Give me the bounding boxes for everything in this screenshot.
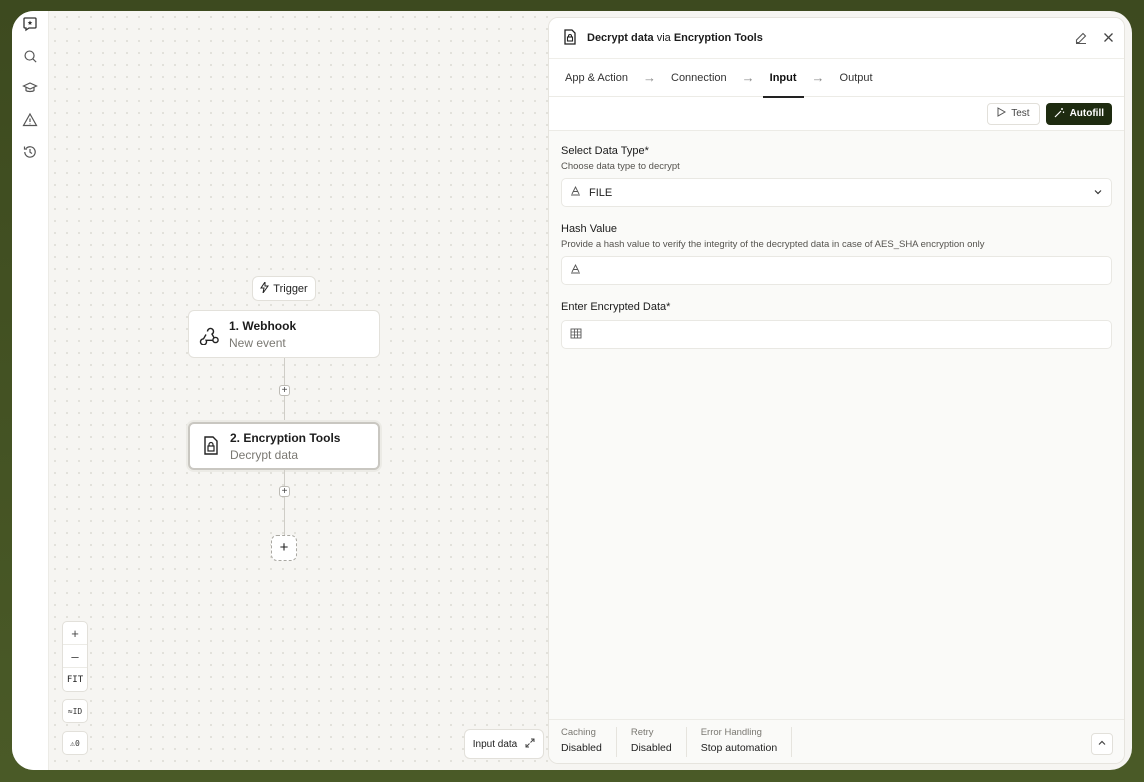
warnings-button[interactable]: ⚠ 0: [62, 731, 88, 755]
edit-icon[interactable]: [1075, 32, 1087, 47]
id-toggle-label: ID: [72, 706, 83, 716]
workflow-node-encryption-tools[interactable]: 2. Encryption Tools Decrypt data: [188, 422, 380, 470]
action-bar: Test Autofill: [549, 97, 1124, 131]
encrypted-data-input[interactable]: [561, 320, 1112, 349]
field-help: Choose data type to decrypt: [561, 161, 680, 172]
caching-value: Disabled: [561, 741, 602, 754]
warnings-count: 0: [75, 738, 80, 748]
zoom-in-button[interactable]: +: [63, 622, 87, 645]
add-step-button[interactable]: +: [271, 535, 297, 561]
field-label: Select Data Type*: [561, 145, 649, 157]
retry-setting[interactable]: Retry Disabled: [630, 726, 687, 757]
graduation-cap-icon[interactable]: [20, 78, 40, 98]
chevron-up-icon: [1097, 737, 1107, 751]
panel-footer: Caching Disabled Retry Disabled Error Ha…: [549, 719, 1124, 763]
left-rail: [12, 11, 49, 770]
insert-step-button[interactable]: +: [279, 385, 290, 396]
workflow-node-webhook[interactable]: 1. Webhook New event: [188, 310, 380, 358]
step-config-panel: Decrypt data via Encryption Tools App & …: [548, 17, 1125, 764]
tab-input[interactable]: Input: [762, 59, 804, 98]
history-icon[interactable]: [20, 142, 40, 162]
search-icon[interactable]: [20, 46, 40, 66]
panel-title-app: Encryption Tools: [673, 32, 763, 44]
insert-step-button[interactable]: +: [279, 486, 290, 497]
tab-connection[interactable]: Connection: [664, 59, 734, 97]
panel-title-action: Decrypt data: [587, 32, 654, 44]
test-label: Test: [1011, 108, 1030, 119]
hash-value-input[interactable]: [561, 256, 1112, 285]
text-type-icon: [570, 185, 581, 199]
test-button[interactable]: Test: [987, 102, 1040, 125]
panel-title: Decrypt data via Encryption Tools: [587, 32, 763, 44]
field-help: Provide a hash value to verify the integ…: [561, 239, 985, 250]
panel-title-via: via: [656, 32, 671, 44]
workflow-canvas[interactable]: Trigger 1. Webhook New event + 2. Encryp…: [49, 11, 548, 770]
step-tabs: App & Action → Connection → Input → Outp…: [549, 59, 1124, 98]
field-data-type: Select Data Type* Choose data type to de…: [561, 145, 1112, 207]
trigger-button[interactable]: Trigger: [252, 276, 316, 301]
error-handling-setting[interactable]: Error Handling Stop automation: [700, 726, 793, 757]
arrow-right-icon: →: [811, 70, 825, 85]
table-icon: [570, 328, 582, 342]
input-form: Select Data Type* Choose data type to de…: [549, 131, 1124, 349]
caching-label: Caching: [561, 726, 596, 738]
data-type-value: FILE: [589, 186, 613, 199]
magic-wand-icon: [1054, 107, 1065, 121]
document-lock-icon: [563, 28, 577, 48]
caching-setting[interactable]: Caching Disabled: [561, 726, 617, 757]
chat-icon[interactable]: [20, 14, 40, 34]
retry-value: Disabled: [630, 741, 672, 754]
error-handling-label: Error Handling: [700, 726, 762, 738]
connector-line: [284, 470, 285, 535]
arrow-right-icon: →: [741, 70, 755, 85]
field-label: Hash Value: [561, 223, 618, 235]
fit-view-button[interactable]: FIT: [63, 668, 87, 691]
error-handling-value: Stop automation: [700, 741, 778, 754]
field-hash-value: Hash Value Provide a hash value to verif…: [561, 223, 1112, 285]
field-encrypted-data: Enter Encrypted Data*: [561, 301, 1112, 349]
text-type-icon: [570, 263, 581, 277]
app-window: Trigger 1. Webhook New event + 2. Encryp…: [12, 11, 1132, 770]
input-data-button[interactable]: Input data: [464, 729, 544, 759]
expand-icon: [525, 738, 535, 751]
webhook-icon: [199, 323, 221, 345]
node-title: 1. Webhook: [229, 318, 297, 333]
close-icon[interactable]: [1103, 32, 1114, 47]
tab-app-action[interactable]: App & Action: [565, 59, 635, 97]
autofill-button[interactable]: Autofill: [1045, 102, 1112, 125]
id-toggle-button[interactable]: ≈ ID: [62, 699, 88, 723]
bolt-icon: [260, 279, 270, 296]
field-label: Enter Encrypted Data*: [561, 301, 671, 313]
autofill-label: Autofill: [1069, 108, 1104, 119]
node-subtitle: New event: [229, 335, 286, 350]
trigger-label: Trigger: [273, 282, 308, 295]
chevron-down-icon: [1093, 187, 1103, 200]
document-lock-icon: [200, 435, 222, 457]
input-data-label: Input data: [472, 738, 518, 750]
zoom-out-button[interactable]: –: [63, 645, 87, 668]
data-type-select[interactable]: FILE: [561, 178, 1112, 207]
arrow-right-icon: →: [643, 70, 656, 85]
panel-header: Decrypt data via Encryption Tools: [549, 18, 1124, 59]
retry-label: Retry: [630, 726, 654, 738]
play-icon: [997, 107, 1007, 120]
zoom-controls: + – FIT: [62, 621, 88, 692]
node-subtitle: Decrypt data: [230, 447, 299, 462]
collapse-footer-button[interactable]: [1091, 733, 1113, 755]
node-title: 2. Encryption Tools: [230, 430, 341, 445]
tab-output[interactable]: Output: [833, 59, 880, 97]
warning-icon[interactable]: [20, 110, 40, 130]
